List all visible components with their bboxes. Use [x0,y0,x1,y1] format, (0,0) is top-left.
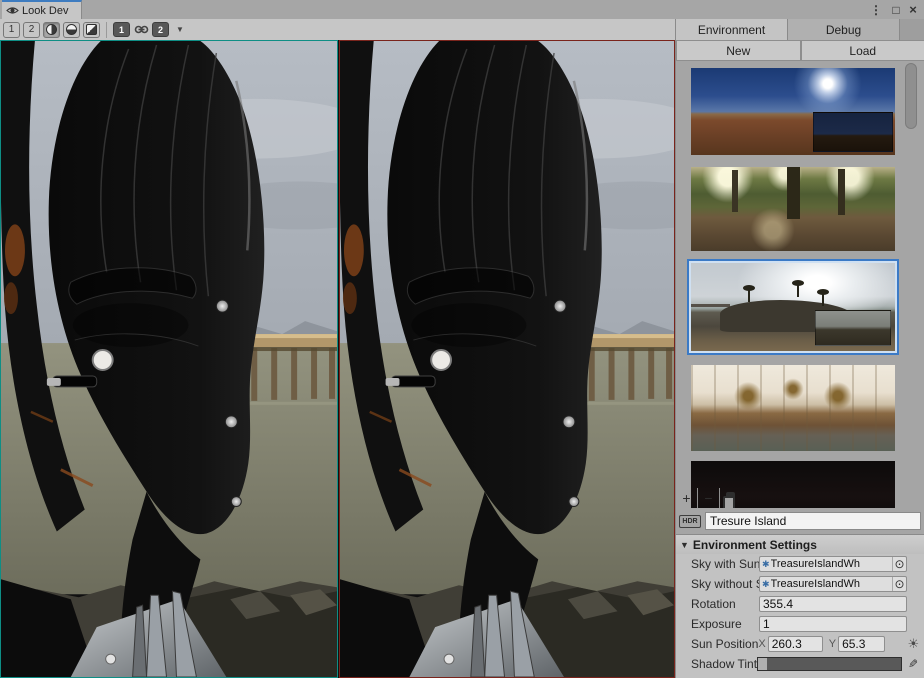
cubemap-asset-icon: ✱ [762,559,770,570]
close-icon[interactable]: × [905,0,921,19]
horizontal-split-icon [66,24,77,35]
eye-icon [6,6,19,15]
title-bar: Look Dev ⋮ □ × [0,0,924,19]
eyedropper-icon[interactable]: ✎ [908,657,918,671]
load-environment-button[interactable]: Load [801,40,924,61]
sun-x-label: X [758,638,765,650]
vertical-split-icon [46,24,57,35]
sky-with-sun-value: TreasureIslandWh [771,558,892,570]
environment-settings: ▼ Environment Settings Sky with Sun ✱ Tr… [676,534,924,678]
toolbar-separator [106,22,107,38]
sky-with-sun-label: Sky with Sun [691,557,759,571]
zone-view-button[interactable] [83,22,100,38]
sun-position-label: Sun Position [691,637,758,651]
sun-x-input[interactable] [768,636,823,652]
sun-y-label: Y [829,638,836,650]
foldout-arrow-icon: ▼ [680,540,689,550]
camera-1-button[interactable]: 1 [113,22,130,37]
single-view-2-button[interactable]: 2 [23,22,40,38]
env-thumbnail-inset [815,310,891,346]
lookdev-toolbar: 1 2 1 2 ▼ [0,19,675,40]
shadow-tint-label: Shadow Tint [691,657,757,671]
single-view-1-button[interactable]: 1 [3,22,20,38]
exposure-row: Exposure [676,614,924,634]
side-by-side-view-button[interactable] [43,22,60,38]
new-environment-button[interactable]: New [676,40,801,61]
cubemap-asset-icon: ✱ [762,579,770,590]
split-view-button[interactable] [63,22,80,38]
env-list-scrollbar[interactable] [904,61,918,508]
link-icon [134,24,149,35]
shadow-tint-color-swatch[interactable] [757,657,901,671]
exposure-label: Exposure [691,617,759,631]
add-environment-button[interactable]: + [676,487,697,508]
exposure-input[interactable] [759,616,907,632]
render-pane-2[interactable] [339,40,675,678]
link-cameras-button[interactable] [133,22,149,37]
environment-list: + − [676,61,924,508]
env-thumbnail-treasure-island [691,263,895,351]
scrollbar-thumb[interactable] [905,63,917,129]
env-thumbnail-redwood-forest[interactable] [691,167,895,251]
sky-without-sun-label: Sky without Sun [691,577,759,591]
sun-y-input[interactable] [838,636,885,652]
env-thumbnail-treasure-island-selected[interactable] [687,259,899,355]
env-thumbnail-church-interior[interactable] [691,365,895,451]
diagonal-split-icon [86,24,97,35]
tab-look-dev[interactable]: Look Dev [2,0,82,19]
remove-environment-button[interactable]: − [698,487,719,508]
duplicate-icon [726,492,735,503]
camera-2-button[interactable]: 2 [152,22,169,37]
panel-actions: New Load [676,40,924,61]
settings-header-label: Environment Settings [693,538,817,552]
env-thumbnail-desert-with-sun[interactable] [691,68,895,155]
environment-settings-header[interactable]: ▼ Environment Settings [676,535,924,554]
sky-without-sun-value: TreasureIslandWh [771,578,892,590]
sun-position-row: Sun Position X Y ☀ [676,634,924,654]
shadow-tint-row: Shadow Tint ✎ [676,654,924,674]
maximize-icon[interactable]: □ [888,0,904,19]
rotation-row: Rotation [676,594,924,614]
camera-options-dropdown[interactable]: ▼ [172,22,188,37]
sky-without-sun-object-field[interactable]: ✱ TreasureIslandWh ⊙ [759,576,907,592]
lookdev-viewport [0,40,675,678]
sky-with-sun-row: Sky with Sun ✱ TreasureIslandWh ⊙ [676,554,924,574]
tab-title: Look Dev [22,5,68,17]
window-menu-icon[interactable]: ⋮ [868,0,884,19]
sky-without-sun-row: Sky without Sun ✱ TreasureIslandWh ⊙ [676,574,924,594]
sun-position-picker-icon[interactable]: ☀ [908,636,920,652]
environment-name-input[interactable] [705,512,921,530]
env-list-tools: + − [676,487,741,508]
panel-tabs: Environment Debug [676,19,924,40]
environment-panel: Environment Debug New Load [675,19,924,678]
rotation-label: Rotation [691,597,759,611]
object-picker-icon[interactable]: ⊙ [892,577,906,591]
tab-environment[interactable]: Environment [676,19,788,40]
object-picker-icon[interactable]: ⊙ [892,557,906,571]
lookdev-window: Look Dev ⋮ □ × 1 2 1 2 ▼ [0,0,924,678]
tab-debug[interactable]: Debug [788,19,900,40]
duplicate-environment-button[interactable] [720,487,741,508]
env-thumbnail-inset [813,112,893,152]
rotation-input[interactable] [759,596,907,612]
environment-name-row: HDR [676,508,924,534]
hdr-badge-icon: HDR [679,515,701,528]
render-pane-1[interactable] [0,40,338,678]
sky-with-sun-object-field[interactable]: ✱ TreasureIslandWh ⊙ [759,556,907,572]
